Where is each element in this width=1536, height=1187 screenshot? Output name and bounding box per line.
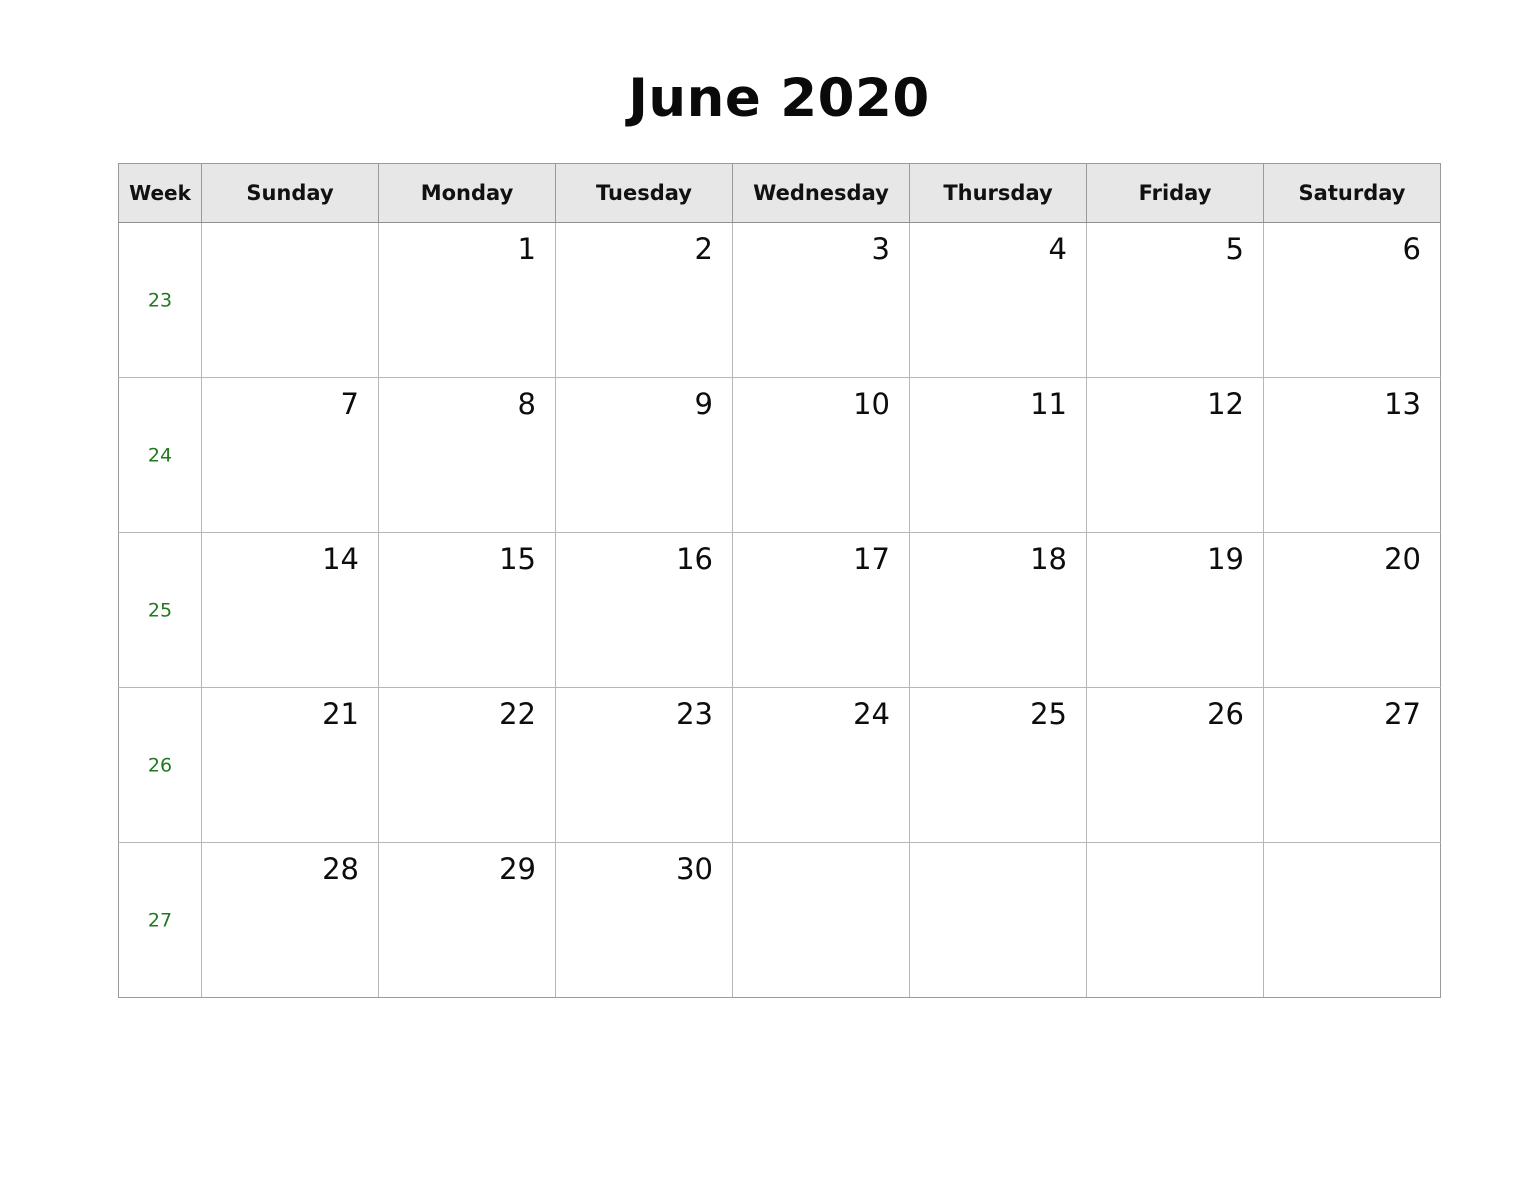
day-cell[interactable]: 24 [732, 687, 910, 843]
calendar-week-row: 25 14 15 16 17 18 19 20 [118, 532, 1441, 688]
header-day-saturday: Saturday [1263, 163, 1441, 223]
calendar-page: June 2020 Week Sunday Monday Tuesday Wed… [0, 0, 1536, 1187]
day-number: 13 [1384, 387, 1421, 421]
header-day-sunday: Sunday [201, 163, 379, 223]
day-cell[interactable]: 6 [1263, 222, 1441, 378]
day-number: 12 [1207, 387, 1244, 421]
day-cell[interactable]: 29 [378, 842, 556, 998]
day-cell[interactable]: 25 [909, 687, 1087, 843]
day-cell[interactable]: 4 [909, 222, 1087, 378]
day-number: 19 [1207, 542, 1244, 576]
header-day-tuesday: Tuesday [555, 163, 733, 223]
week-number: 26 [147, 754, 173, 777]
day-cell[interactable]: 26 [1086, 687, 1264, 843]
week-number: 24 [147, 444, 173, 467]
day-cell[interactable] [1263, 842, 1441, 998]
day-cell[interactable]: 2 [555, 222, 733, 378]
day-number: 6 [1402, 232, 1421, 266]
day-cell[interactable]: 8 [378, 377, 556, 533]
day-cell[interactable]: 5 [1086, 222, 1264, 378]
day-number: 23 [676, 697, 713, 731]
day-number: 2 [694, 232, 713, 266]
day-cell[interactable]: 21 [201, 687, 379, 843]
calendar-body: 23 1 2 3 4 5 6 24 7 8 9 10 11 12 13 25 1… [118, 222, 1441, 998]
header-day-friday: Friday [1086, 163, 1264, 223]
day-cell[interactable]: 15 [378, 532, 556, 688]
week-number-cell: 25 [118, 532, 202, 688]
day-number: 5 [1225, 232, 1244, 266]
day-number: 28 [322, 852, 359, 886]
day-number: 26 [1207, 697, 1244, 731]
day-cell[interactable]: 19 [1086, 532, 1264, 688]
day-number: 22 [499, 697, 536, 731]
day-number: 8 [517, 387, 536, 421]
day-cell[interactable]: 30 [555, 842, 733, 998]
week-number-cell: 23 [118, 222, 202, 378]
day-cell[interactable] [909, 842, 1087, 998]
day-cell[interactable]: 18 [909, 532, 1087, 688]
week-number-cell: 24 [118, 377, 202, 533]
day-number: 7 [340, 387, 359, 421]
header-day-thursday: Thursday [909, 163, 1087, 223]
day-cell[interactable]: 3 [732, 222, 910, 378]
day-cell[interactable] [732, 842, 910, 998]
week-number: 27 [147, 909, 173, 932]
calendar-week-row: 23 1 2 3 4 5 6 [118, 222, 1441, 378]
day-number: 4 [1048, 232, 1067, 266]
day-number: 17 [853, 542, 890, 576]
week-number: 23 [147, 289, 173, 312]
day-number: 30 [676, 852, 713, 886]
day-number: 21 [322, 697, 359, 731]
header-week: Week [118, 163, 202, 223]
day-number: 29 [499, 852, 536, 886]
day-number: 16 [676, 542, 713, 576]
day-cell[interactable] [201, 222, 379, 378]
day-cell[interactable]: 27 [1263, 687, 1441, 843]
calendar-week-row: 26 21 22 23 24 25 26 27 [118, 687, 1441, 843]
day-cell[interactable]: 1 [378, 222, 556, 378]
day-cell[interactable]: 23 [555, 687, 733, 843]
day-cell[interactable]: 17 [732, 532, 910, 688]
day-number: 10 [853, 387, 890, 421]
header-day-wednesday: Wednesday [732, 163, 910, 223]
day-number: 24 [853, 697, 890, 731]
calendar-table: Week Sunday Monday Tuesday Wednesday Thu… [118, 163, 1441, 998]
day-cell[interactable]: 28 [201, 842, 379, 998]
day-number: 27 [1384, 697, 1421, 731]
day-cell[interactable]: 13 [1263, 377, 1441, 533]
day-number: 15 [499, 542, 536, 576]
day-cell[interactable] [1086, 842, 1264, 998]
week-number: 25 [147, 599, 173, 622]
header-day-monday: Monday [378, 163, 556, 223]
day-number: 25 [1030, 697, 1067, 731]
day-number: 20 [1384, 542, 1421, 576]
day-number: 18 [1030, 542, 1067, 576]
calendar-header-row: Week Sunday Monday Tuesday Wednesday Thu… [118, 163, 1441, 223]
day-cell[interactable]: 7 [201, 377, 379, 533]
day-number: 9 [694, 387, 713, 421]
day-cell[interactable]: 16 [555, 532, 733, 688]
week-number-cell: 26 [118, 687, 202, 843]
day-number: 11 [1030, 387, 1067, 421]
day-cell[interactable]: 9 [555, 377, 733, 533]
day-cell[interactable]: 14 [201, 532, 379, 688]
day-cell[interactable]: 11 [909, 377, 1087, 533]
day-cell[interactable]: 12 [1086, 377, 1264, 533]
day-cell[interactable]: 22 [378, 687, 556, 843]
day-cell[interactable]: 10 [732, 377, 910, 533]
calendar-week-row: 24 7 8 9 10 11 12 13 [118, 377, 1441, 533]
page-title: June 2020 [628, 68, 930, 129]
day-number: 14 [322, 542, 359, 576]
day-number: 3 [871, 232, 890, 266]
day-cell[interactable]: 20 [1263, 532, 1441, 688]
day-number: 1 [517, 232, 536, 266]
week-number-cell: 27 [118, 842, 202, 998]
calendar-week-row: 27 28 29 30 [118, 842, 1441, 998]
